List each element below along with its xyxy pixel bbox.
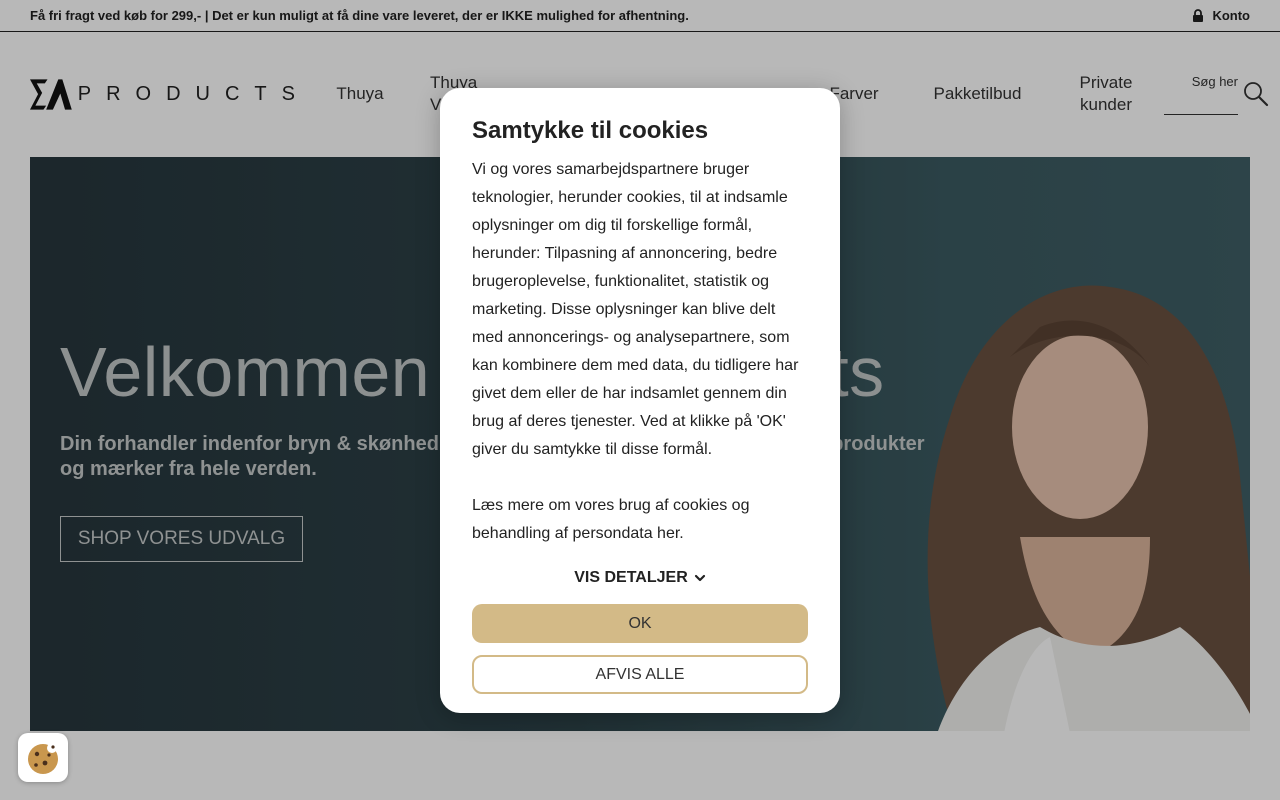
show-details-toggle[interactable]: VIS DETALJER <box>472 566 808 590</box>
cookie-policy-link[interactable]: Læs mere om vores brug af cookies og beh… <box>472 492 808 548</box>
cookie-dialog-text: Vi og vores samarbejdspartnere bruger te… <box>472 161 799 458</box>
cookie-settings-button[interactable] <box>18 733 68 782</box>
show-details-label: VIS DETALJER <box>574 569 688 586</box>
reject-all-cookies-button[interactable]: AFVIS ALLE <box>472 655 808 694</box>
chevron-down-icon <box>694 574 705 582</box>
accept-cookies-button[interactable]: OK <box>472 604 808 643</box>
cookie-dialog-title: Samtykke til cookies <box>472 117 709 144</box>
cookie-consent-dialog: Samtykke til cookies Vi og vores samarbe… <box>440 88 840 713</box>
cookie-icon <box>28 742 58 774</box>
